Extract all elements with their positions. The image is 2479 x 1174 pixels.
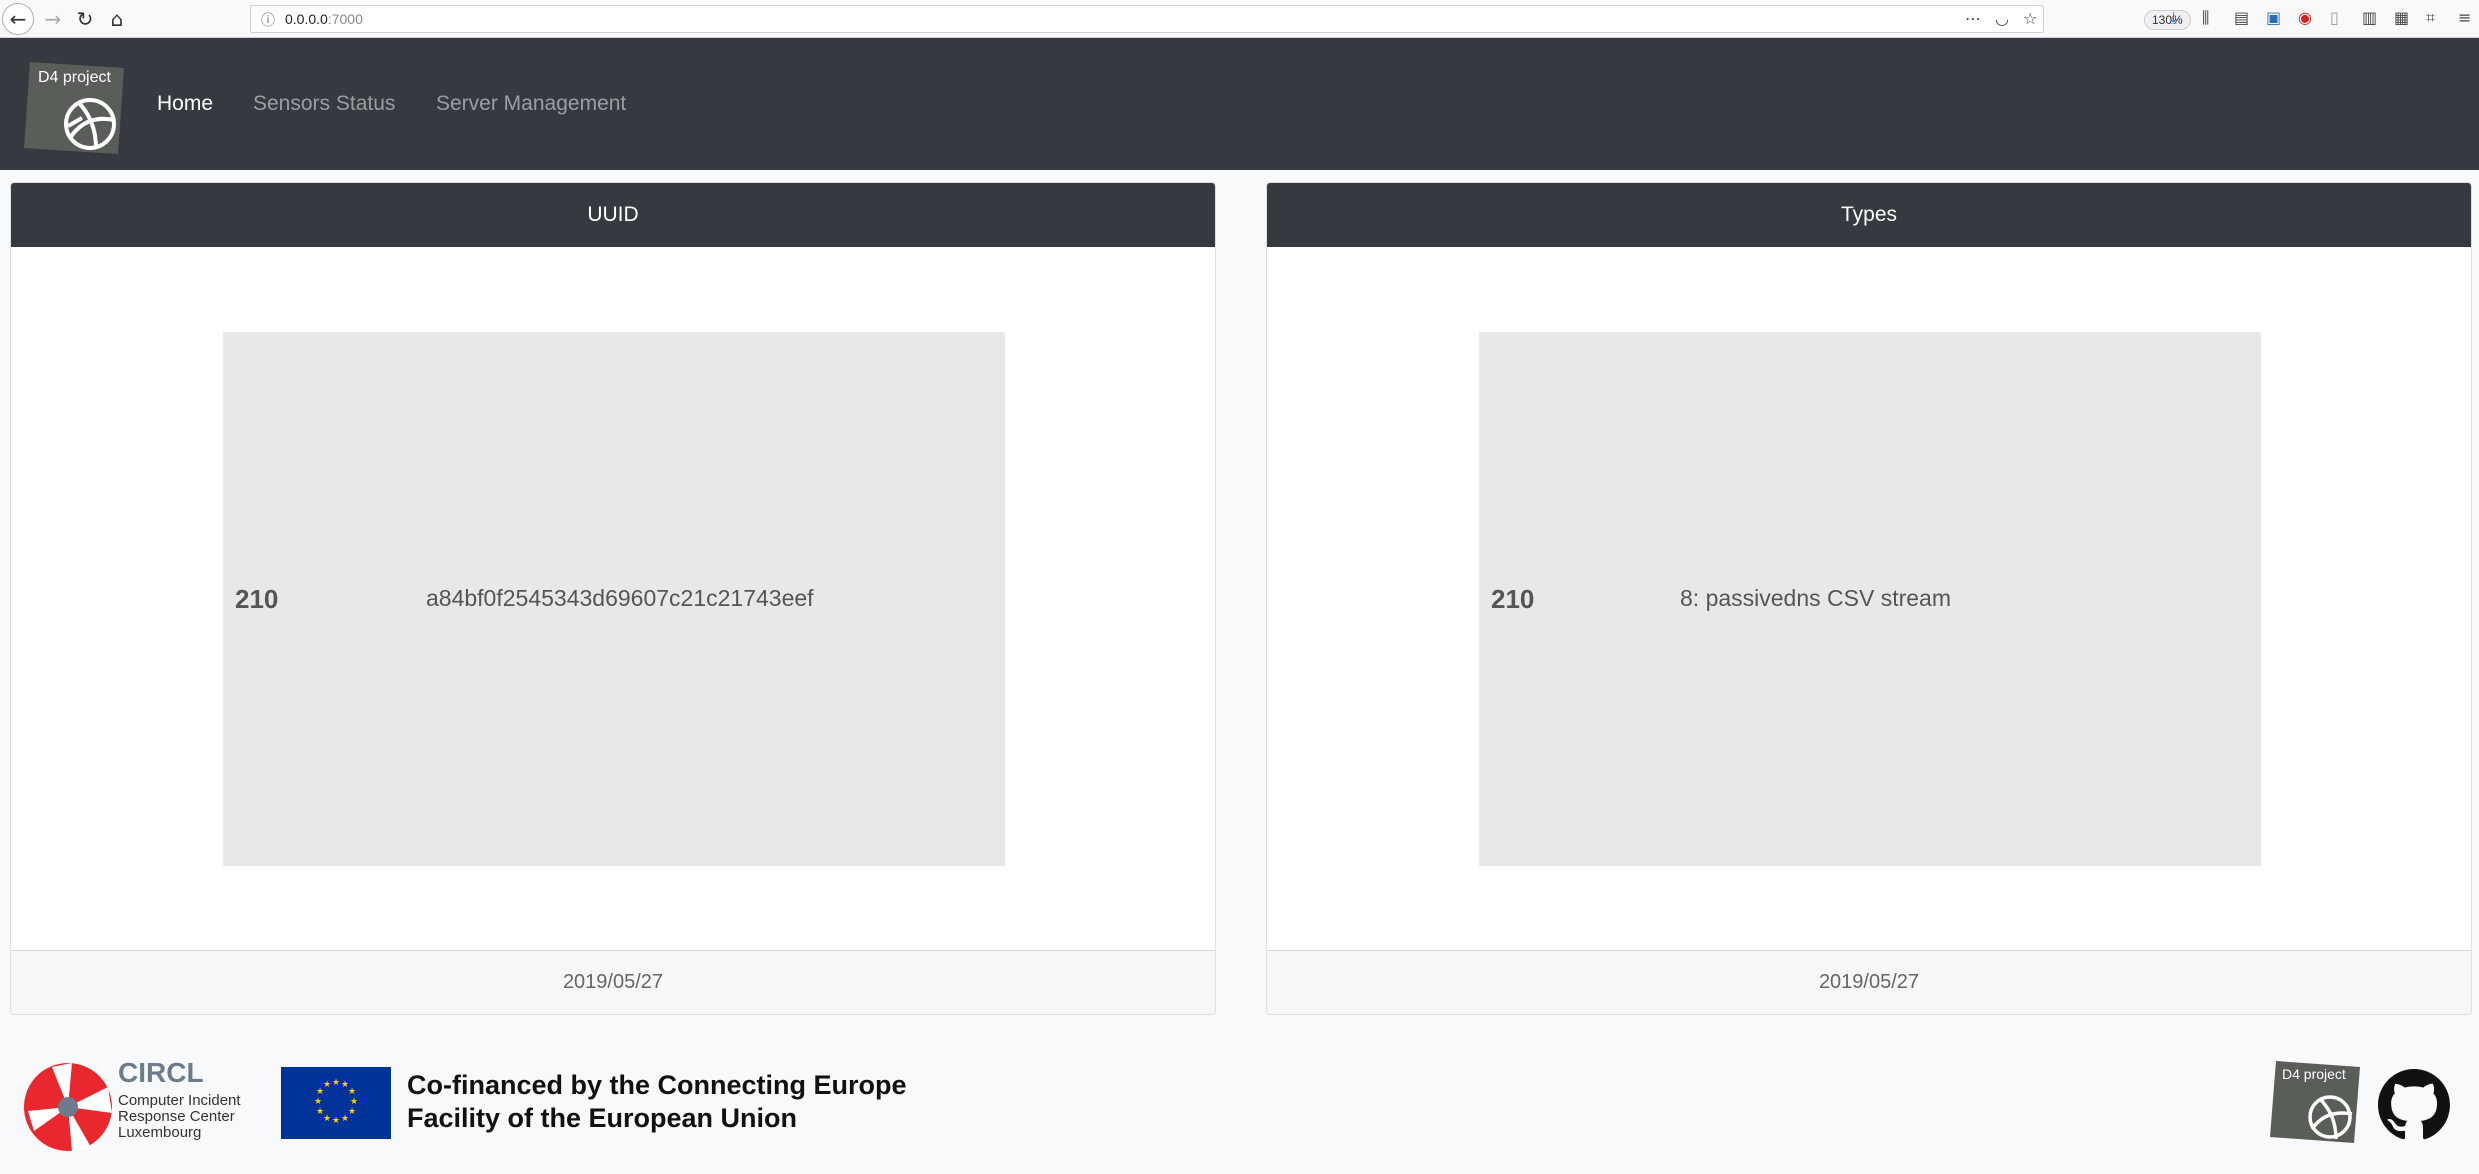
svg-text:★: ★ xyxy=(314,1097,322,1107)
github-icon[interactable] xyxy=(2378,1069,2450,1141)
eu-flag-icon: ★ ★★ ★★★ ★★★ ★★★ xyxy=(281,1067,391,1139)
circl-subtitle: Computer Incident Response Center Luxemb… xyxy=(118,1093,268,1141)
extension-icon[interactable]: ▣ xyxy=(2266,8,2281,27)
zoom-level[interactable]: 130% xyxy=(2144,10,2191,30)
uuid-card: UUID 210 a84bf0f2545343d69607c21c21743ee… xyxy=(10,182,1216,1015)
chart-label: 8: passivedns CSV stream xyxy=(1680,585,1952,611)
page-actions-icon[interactable]: ⋯ xyxy=(1965,9,1981,28)
circl-sub-line: Computer Incident xyxy=(118,1092,241,1109)
svg-text:★: ★ xyxy=(323,1080,331,1090)
reader-icon[interactable]: ▯ xyxy=(2330,8,2339,27)
svg-text:★: ★ xyxy=(341,1114,349,1124)
nav-server-management[interactable]: Server Management xyxy=(436,92,626,116)
d4-project-footer-logo[interactable]: D4 project xyxy=(2270,1059,2362,1145)
browser-toolbar: ← → ↻ ⌂ ⓘ 0.0.0.0:7000 130% ⋯ ◡ ☆ ⤓ ⫼ ▤ … xyxy=(0,0,2479,38)
chart-count: 210 xyxy=(1491,584,1535,614)
nav-sensors-status[interactable]: Sensors Status xyxy=(253,92,395,116)
card-header: Types xyxy=(1267,183,2471,247)
circl-logo[interactable]: CIRCL Computer Incident Response Center … xyxy=(22,1057,262,1157)
circl-sub-line: Luxembourg xyxy=(118,1124,202,1141)
circl-name: CIRCL xyxy=(118,1057,204,1088)
card-footer-date: 2019/05/27 xyxy=(1267,950,2471,1014)
svg-text:★: ★ xyxy=(350,1097,358,1107)
page-footer: CIRCL Computer Incident Response Center … xyxy=(0,1037,2479,1174)
svg-text:★: ★ xyxy=(323,1114,331,1124)
svg-text:★: ★ xyxy=(348,1107,356,1117)
svg-text:★: ★ xyxy=(316,1107,324,1117)
uuid-chart[interactable]: 210 a84bf0f2545343d69607c21c21743eef xyxy=(223,332,1005,866)
navbar: D4 project Home Sensors Status Server Ma… xyxy=(0,38,2479,170)
extension-badge-icon[interactable]: ◉ xyxy=(2298,8,2312,27)
menu-icon[interactable]: ≡ xyxy=(2458,8,2471,27)
url-text: 0.0.0.0:7000 xyxy=(285,11,363,27)
crop-icon[interactable]: ⌗ xyxy=(2426,8,2435,28)
home-icon[interactable]: ⌂ xyxy=(102,4,132,34)
card-header: UUID xyxy=(11,183,1215,247)
library-icon[interactable]: ⫼ xyxy=(2202,8,2209,28)
chart-count: 210 xyxy=(235,584,279,614)
logo-text: D4 project xyxy=(38,69,111,86)
url-port: :7000 xyxy=(327,11,363,27)
sidebar-icon[interactable]: ▤ xyxy=(2234,8,2249,27)
circl-emblem-icon xyxy=(24,1063,112,1151)
download-icon[interactable]: ⤓ xyxy=(2170,8,2177,28)
types-card: Types 210 8: passivedns CSV stream 2019/… xyxy=(1266,182,2472,1015)
notes-icon[interactable]: ▦ xyxy=(2394,8,2409,27)
cofinanced-line: Co-financed by the Connecting Europe xyxy=(407,1070,907,1100)
svg-text:★: ★ xyxy=(332,1116,340,1126)
chart-label: a84bf0f2545343d69607c21c21743eef xyxy=(426,585,814,611)
d4-project-logo[interactable]: D4 project xyxy=(24,60,126,156)
reload-icon[interactable]: ↻ xyxy=(70,4,100,34)
back-arrow-icon[interactable]: ← xyxy=(2,3,34,35)
cofinanced-line: Facility of the European Union xyxy=(407,1103,798,1133)
pocket-icon[interactable]: ◡ xyxy=(1995,9,2009,28)
bookmark-star-icon[interactable]: ☆ xyxy=(2023,9,2037,28)
footer-logo-text: D4 project xyxy=(2282,1066,2346,1082)
info-icon[interactable]: ⓘ xyxy=(261,10,275,30)
svg-text:★: ★ xyxy=(348,1087,356,1097)
card-footer-date: 2019/05/27 xyxy=(11,950,1215,1014)
nav-home[interactable]: Home xyxy=(157,92,213,116)
barcode-icon[interactable]: ▥ xyxy=(2362,8,2377,27)
cofinanced-text: Co-financed by the Connecting Europe Fac… xyxy=(407,1069,907,1135)
url-host: 0.0.0.0 xyxy=(285,11,328,27)
forward-arrow-icon[interactable]: → xyxy=(38,4,68,34)
url-bar[interactable]: ⓘ 0.0.0.0:7000 130% ⋯ ◡ ☆ xyxy=(250,5,2191,33)
svg-text:★: ★ xyxy=(332,1078,340,1088)
types-chart[interactable]: 210 8: passivedns CSV stream xyxy=(1479,332,2261,866)
circl-sub-line: Response Center xyxy=(118,1108,235,1125)
